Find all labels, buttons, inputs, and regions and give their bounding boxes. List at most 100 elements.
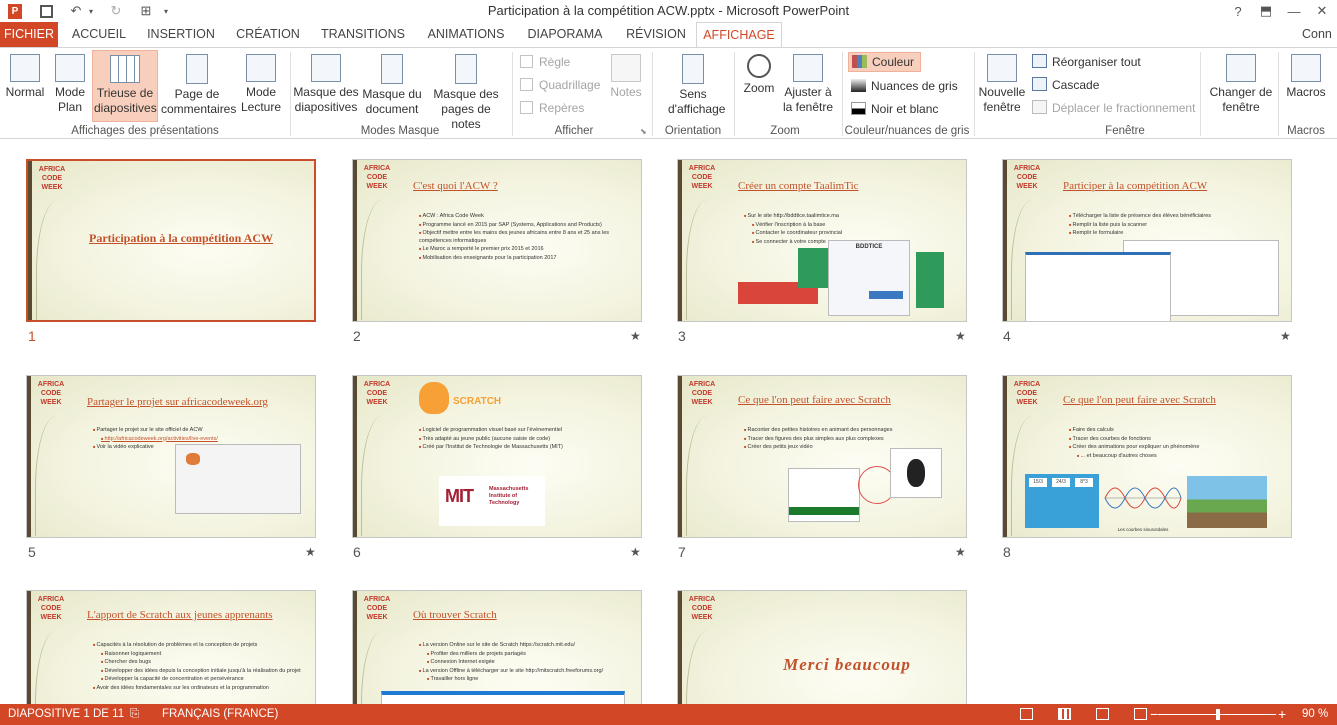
slide-number: 8 bbox=[1003, 544, 1011, 560]
master-group-label: Modes Masque bbox=[360, 125, 440, 137]
slide-thumbnail-1[interactable]: AFRICA CODE WEEK Participation à la compét… bbox=[26, 159, 316, 322]
slide-sorter-button[interactable]: Trieuse de diapositives bbox=[92, 50, 158, 122]
slide-number: 5 bbox=[28, 544, 36, 560]
notes-button[interactable]: Notes bbox=[606, 50, 646, 122]
calculator-image: 15/3 24/3 8*3 bbox=[1025, 474, 1099, 528]
tab-diaporama[interactable]: DIAPORAMA bbox=[522, 22, 608, 47]
slide-title: Ce que l'on peut faire avec Scratch bbox=[1063, 394, 1216, 406]
slide-title: Créer un compte TaalimTic bbox=[738, 180, 859, 192]
ruler-checkbox[interactable]: Règle bbox=[520, 52, 570, 72]
normal-view-button[interactable]: Normal bbox=[4, 50, 46, 122]
status-bar: DIAPOSITIVE 1 DE 11 ⎘ FRANÇAIS (FRANCE) … bbox=[0, 704, 1337, 725]
language-indicator[interactable]: FRANÇAIS (FRANCE) bbox=[162, 704, 278, 725]
orientation-group-label: Orientation bbox=[664, 125, 722, 137]
magnifier-icon bbox=[747, 54, 771, 78]
tab-insertion[interactable]: INSERTION bbox=[144, 22, 218, 47]
grayscale-icon bbox=[851, 79, 866, 92]
transition-star-icon[interactable]: ★ bbox=[305, 545, 316, 559]
ribbon-display-icon[interactable]: ⬒ bbox=[1254, 1, 1278, 21]
tab-accueil[interactable]: ACCUEIL bbox=[68, 22, 130, 47]
notes-icon bbox=[611, 54, 641, 82]
slide-thumbnail-7[interactable]: AFRICA CODE WEEK Ce que l'on peut faire av… bbox=[677, 375, 967, 538]
color-button[interactable]: Couleur bbox=[848, 52, 922, 72]
slide-sorter-area: AFRICA CODE WEEK Participation à la compét… bbox=[0, 139, 1337, 704]
zoom-slider-thumb[interactable] bbox=[1216, 709, 1220, 720]
spelling-icon[interactable]: ⎘ bbox=[130, 704, 139, 725]
slideshow-status-icon[interactable] bbox=[1134, 708, 1147, 720]
tab-animations[interactable]: ANIMATIONS bbox=[422, 22, 510, 47]
switch-window-button[interactable]: Changer de fenêtre bbox=[1206, 50, 1276, 122]
slide-number: 6 bbox=[353, 544, 361, 560]
slide-thumbnail-9[interactable]: AFRICA CODE WEEK L'apport de Scratch aux j… bbox=[26, 590, 316, 704]
window-title: Participation à la compétition ACW.pptx … bbox=[487, 3, 850, 18]
form-screenshot-image bbox=[1025, 252, 1171, 321]
new-window-button[interactable]: Nouvelle fenêtre bbox=[976, 50, 1028, 122]
guides-checkbox[interactable]: Repères bbox=[520, 98, 584, 118]
views-group-label: Affichages des présentations bbox=[71, 125, 219, 137]
slide-thumbnail-11[interactable]: AFRICA CODE WEEK Merci beaucoup bbox=[677, 590, 967, 704]
macros-group-label: Macros bbox=[1287, 125, 1325, 137]
slide-number: 3 bbox=[678, 328, 686, 344]
notes-page-icon bbox=[186, 54, 208, 84]
grayscale-button[interactable]: Nuances de gris bbox=[851, 76, 958, 96]
normal-view-status-icon[interactable] bbox=[1020, 708, 1033, 720]
move-split-button[interactable]: Déplacer le fractionnement bbox=[1032, 98, 1195, 118]
zoom-out-button[interactable]: − bbox=[1150, 704, 1158, 725]
handout-master-icon bbox=[381, 54, 403, 84]
black-white-button[interactable]: Noir et blanc bbox=[851, 99, 938, 119]
slide-master-button[interactable]: Masque des diapositives bbox=[293, 50, 359, 122]
transition-star-icon[interactable]: ★ bbox=[630, 329, 641, 343]
close-icon[interactable]: ✕ bbox=[1310, 1, 1334, 21]
normal-view-icon bbox=[10, 54, 40, 82]
transition-star-icon[interactable]: ★ bbox=[1280, 329, 1291, 343]
slide-sorter-status-icon[interactable] bbox=[1058, 708, 1071, 720]
ribbon: Normal Mode Plan Trieuse de diapositives… bbox=[0, 47, 1337, 139]
slide-thumbnail-10[interactable]: AFRICACODEWEEK Où trouver Scratch La ver… bbox=[352, 590, 642, 704]
zoom-in-button[interactable]: + bbox=[1278, 704, 1286, 725]
fit-to-window-button[interactable]: Ajuster à la fenêtre bbox=[780, 50, 836, 122]
slide-title: C'est quoi l'ACW ? bbox=[413, 180, 498, 192]
arrange-all-button[interactable]: Réorganiser tout bbox=[1032, 52, 1141, 72]
ribbon-tabs: FICHIER ACCUEIL INSERTION CRÉATION TRANS… bbox=[0, 22, 1337, 47]
notes-master-button[interactable]: Masque des pages de notes bbox=[428, 50, 504, 131]
notes-master-icon bbox=[455, 54, 477, 84]
scratch-website-image bbox=[381, 691, 625, 704]
macros-button[interactable]: Macros bbox=[1282, 50, 1330, 122]
gridlines-checkbox[interactable]: Quadrillage bbox=[520, 75, 600, 95]
outline-view-icon bbox=[55, 54, 85, 82]
tab-revision[interactable]: RÉVISION bbox=[620, 22, 692, 47]
tab-creation[interactable]: CRÉATION bbox=[232, 22, 304, 47]
show-dialog-launcher-icon[interactable]: ⬊ bbox=[640, 127, 647, 136]
notes-page-button[interactable]: Page de commentaires bbox=[161, 50, 236, 122]
reading-view-status-icon[interactable] bbox=[1096, 708, 1109, 720]
transition-star-icon[interactable]: ★ bbox=[630, 545, 641, 559]
title-bar: P ↶ ▾ ↻ ⊞ ▾ Participation à la compétiti… bbox=[0, 0, 1337, 22]
penguin-image bbox=[890, 448, 942, 498]
text-direction-button[interactable]: Sens d'affichage bbox=[656, 50, 730, 122]
slide-thumbnail-3[interactable]: AFRICA CODE WEEK Créer un compte TaalimTic… bbox=[677, 159, 967, 322]
reading-view-button[interactable]: Mode Lecture bbox=[238, 50, 284, 122]
slide-thumbnail-4[interactable]: AFRICA CODE WEEK Participer à la compétiti… bbox=[1002, 159, 1292, 322]
zoom-level[interactable]: 90 % bbox=[1302, 704, 1328, 725]
slide-number: 7 bbox=[678, 544, 686, 560]
outline-view-button[interactable]: Mode Plan bbox=[50, 50, 90, 122]
handout-master-button[interactable]: Masque du document bbox=[360, 50, 424, 122]
slide-bullets: Capacités à la résolution de problèmes e… bbox=[93, 641, 305, 692]
slide-thumbnail-5[interactable]: AFRICA CODE WEEK Partager le projet sur af… bbox=[26, 375, 316, 538]
tab-transitions[interactable]: TRANSITIONS bbox=[318, 22, 408, 47]
minimize-icon[interactable]: — bbox=[1282, 1, 1306, 21]
move-split-icon bbox=[1032, 100, 1047, 114]
tab-affichage[interactable]: AFFICHAGE bbox=[696, 22, 782, 47]
slide-thumbnail-8[interactable]: AFRICA CODE WEEK Ce que l'on peut faire av… bbox=[1002, 375, 1292, 538]
tab-fichier[interactable]: FICHIER bbox=[0, 22, 58, 47]
user-account[interactable]: Conn bbox=[1302, 22, 1337, 47]
slide-thumbnail-2[interactable]: AFRICACODEWEEK C'est quoi l'ACW ? ACW : … bbox=[352, 159, 642, 322]
help-button[interactable]: ? bbox=[1226, 1, 1250, 21]
transition-star-icon[interactable]: ★ bbox=[955, 545, 966, 559]
transition-star-icon[interactable]: ★ bbox=[955, 329, 966, 343]
macros-icon bbox=[1291, 54, 1321, 82]
black-white-icon bbox=[851, 102, 866, 115]
zoom-button[interactable]: Zoom bbox=[738, 50, 780, 122]
cascade-button[interactable]: Cascade bbox=[1032, 75, 1099, 95]
slide-thumbnail-6[interactable]: AFRICACODEWEEK SCRATCH Logiciel de progr… bbox=[352, 375, 642, 538]
